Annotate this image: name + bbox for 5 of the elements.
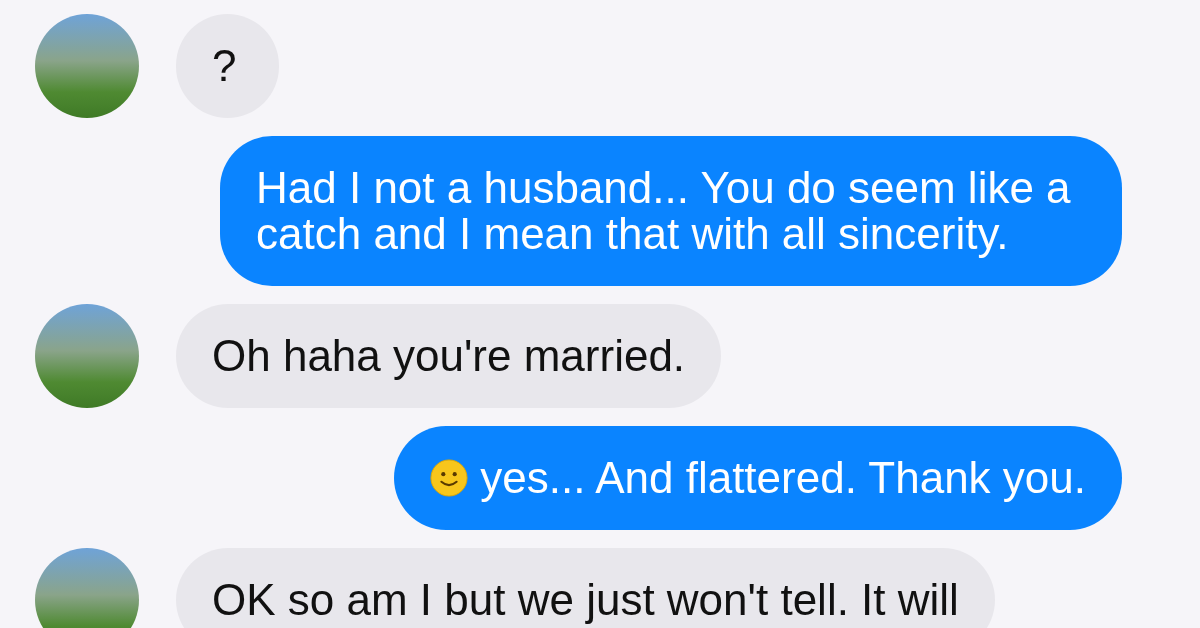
message-text: ?	[212, 43, 237, 89]
message-text: OK so am I but we just won't tell. It will	[212, 577, 959, 623]
message-text: Had I not a husband... You do seem like a catch and I mean that with all sincerity.	[256, 165, 1072, 257]
message-text: Oh haha you're married.	[212, 333, 686, 379]
message-text: yes... And flattered. Thank you.	[480, 455, 1086, 501]
